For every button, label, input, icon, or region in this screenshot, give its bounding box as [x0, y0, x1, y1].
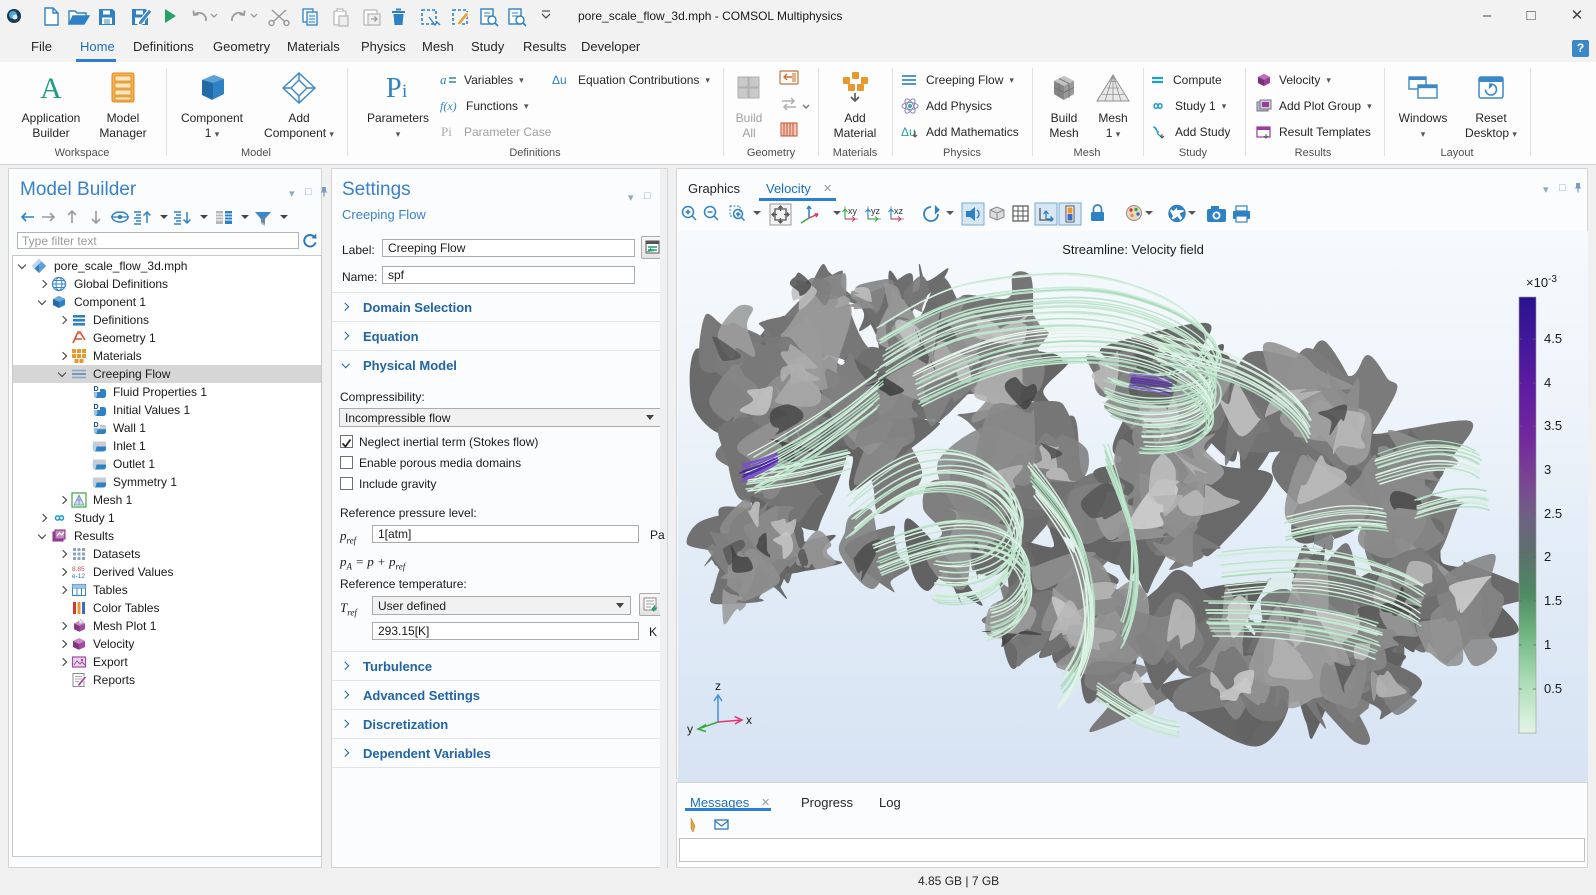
svg-text:yz: yz — [871, 206, 881, 216]
svg-text:Δu: Δu — [552, 73, 567, 87]
svg-text:z: z — [715, 679, 721, 693]
svg-text:D: D — [94, 386, 99, 393]
svg-text:0.5: 0.5 — [1544, 681, 1562, 696]
svg-text:x: x — [746, 713, 752, 727]
svg-text:e-12: e-12 — [72, 573, 85, 580]
svg-text:×10-3: ×10-3 — [1526, 274, 1557, 290]
svg-text:xz: xz — [894, 206, 904, 216]
svg-text:a: a — [440, 73, 447, 87]
svg-text:3.5: 3.5 — [1544, 418, 1562, 433]
svg-text:2.5: 2.5 — [1544, 506, 1562, 521]
svg-text:Δu: Δu — [901, 125, 916, 139]
svg-text:D: D — [94, 404, 99, 411]
svg-text:P: P — [386, 73, 402, 104]
svg-text:i: i — [402, 81, 407, 102]
svg-text:3: 3 — [1544, 462, 1551, 477]
svg-text:2: 2 — [1544, 549, 1551, 564]
svg-text:xy: xy — [848, 206, 858, 216]
svg-text:y: y — [687, 722, 693, 736]
svg-text:4: 4 — [1544, 375, 1551, 390]
svg-text:8.85: 8.85 — [72, 566, 85, 573]
svg-text:A: A — [40, 72, 62, 105]
svg-text:f(x): f(x) — [440, 99, 457, 113]
svg-text:1: 1 — [1544, 637, 1551, 652]
svg-text:1.5: 1.5 — [1544, 593, 1562, 608]
svg-text:D: D — [94, 422, 99, 429]
svg-text:4.5: 4.5 — [1544, 331, 1562, 346]
svg-text:Pi: Pi — [441, 125, 452, 139]
